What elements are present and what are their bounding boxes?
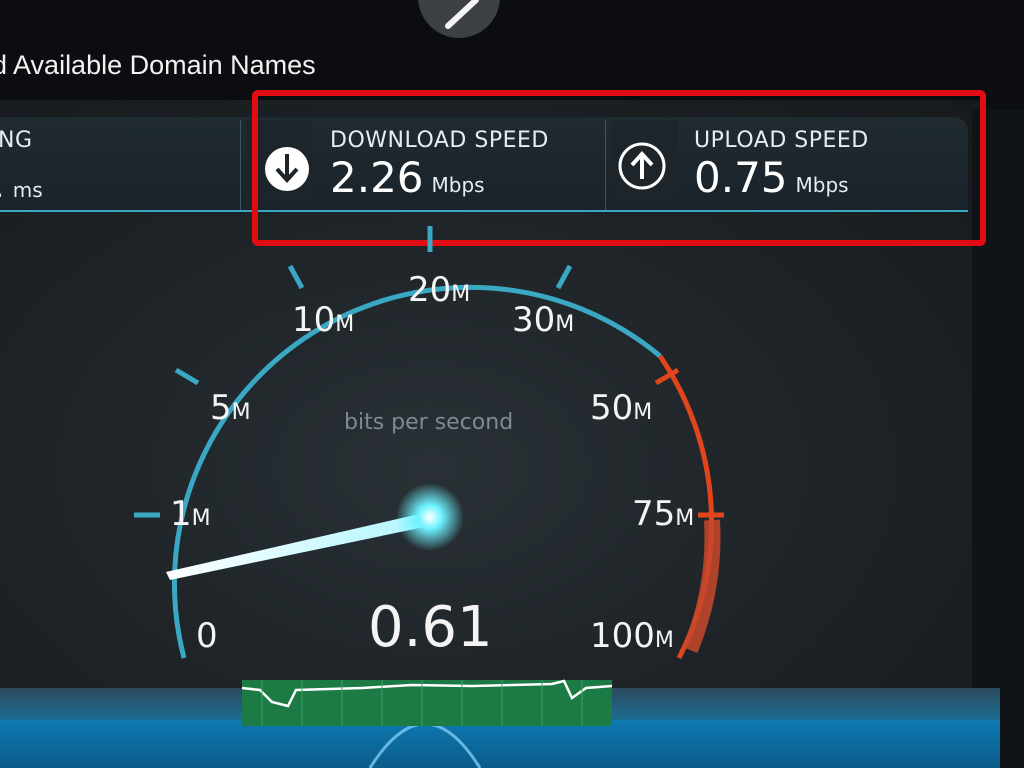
gauge-label-75m: 75M — [632, 494, 695, 534]
gauge-label-0: 0 — [196, 616, 218, 656]
bits-per-second-caption: bits per second — [344, 410, 514, 435]
gauge-tick — [287, 264, 305, 290]
gauge-hub-glow — [396, 483, 464, 551]
gauge-tick — [555, 264, 573, 290]
gauge-label-50m: 50M — [590, 388, 653, 428]
gauge-label-100m: 100M — [590, 616, 674, 656]
gauge-label-30m: 30M — [512, 300, 575, 340]
current-speed-readout: 0.61 — [368, 595, 493, 660]
gauge-label-1m: 1M — [170, 494, 211, 534]
gauge-label-5m: 5M — [210, 388, 251, 428]
speed-gauge — [134, 226, 724, 660]
gauge-red-band — [682, 519, 721, 654]
gauge-tick — [174, 367, 200, 386]
gauge-label-20m: 20M — [408, 270, 471, 310]
speed-history-line — [242, 679, 612, 726]
gauge-label-10m: 10M — [292, 300, 355, 340]
gauge-base-inner — [0, 720, 1000, 768]
